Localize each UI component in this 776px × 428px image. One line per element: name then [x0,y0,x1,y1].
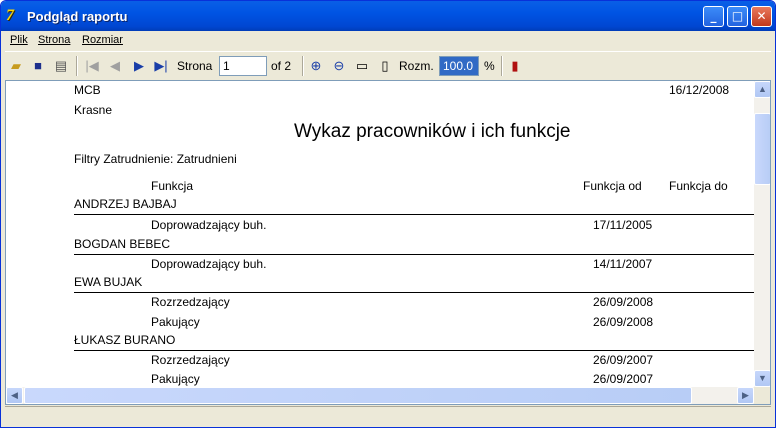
employee-name: ANDRZEJ BAJBAJ [74,197,177,211]
company-city: Krasne [74,103,113,117]
column-header-function: Funkcja [151,179,194,193]
menu-bar: Plik Strona Rozmiar [5,31,771,50]
function-name: Pakujący [151,315,200,329]
page-label: Strona [177,59,213,73]
menu-strona[interactable]: Strona [38,34,70,46]
page-number-input[interactable]: 1 [219,56,267,76]
zoom-label: Rozm. [399,59,434,73]
print-icon[interactable]: ▤ [52,57,70,75]
report-date: 16/12/2008 [669,83,730,97]
company-name: MCB [74,83,101,97]
close-button[interactable]: ✕ [751,6,772,27]
minimize-button[interactable]: _ [703,6,724,27]
page-width-icon[interactable]: ▭ [353,57,371,75]
zoom-out-icon[interactable]: ⊖ [330,57,348,75]
scroll-down-button[interactable]: ▼ [754,370,770,387]
horizontal-scroll-thumb[interactable] [24,387,692,404]
scrollbar-corner [754,387,770,404]
function-name: Doprowadzający buh. [151,257,267,271]
next-page-icon[interactable]: ▶ [130,57,148,75]
function-from-date: 26/09/2008 [593,295,654,309]
row-divider [74,292,754,293]
title-bar[interactable]: 7 Podgląd raportu _ □ ✕ [1,1,775,31]
status-bar [5,406,771,425]
function-from-date: 26/09/2007 [593,353,654,367]
function-name: Rozrzedzający [151,353,230,367]
scroll-up-button[interactable]: ▲ [754,81,770,98]
column-header-from: Funkcja od [583,179,642,193]
menu-rozmiar[interactable]: Rozmiar [82,34,123,46]
maximize-button[interactable]: □ [727,6,748,27]
scroll-left-button[interactable]: ◀ [6,387,23,404]
vertical-scrollbar[interactable]: ▲ ▼ [754,81,770,387]
whole-page-icon[interactable]: ▯ [376,57,394,75]
vertical-scroll-thumb[interactable] [754,113,770,185]
previous-page-icon[interactable]: ◀ [106,57,124,75]
column-header-to: Funkcja do [669,179,728,193]
last-page-icon[interactable]: ▶| [152,57,170,75]
function-from-date: 17/11/2005 [593,218,653,232]
report-filter: Filtry Zatrudnienie: Zatrudnieni [74,152,237,166]
report-preview-area[interactable]: MCB 16/12/2008 Krasne Wykaz pracowników … [5,80,771,405]
exit-door-icon[interactable]: ▮ [506,57,524,75]
horizontal-scrollbar[interactable]: ◀ ▶ [6,387,754,404]
toolbar-separator [501,56,503,76]
function-from-date: 14/11/2007 [593,257,653,271]
function-name: Doprowadzający buh. [151,218,267,232]
employee-name: BOGDAN BEBEC [74,237,171,251]
zoom-unit-label: % [484,59,495,73]
report-preview-window: 7 Podgląd raportu _ □ ✕ Plik Strona Rozm… [0,0,776,428]
first-page-icon[interactable]: |◀ [83,57,101,75]
toolbar-separator [76,56,78,76]
row-divider [74,350,754,351]
toolbar-separator [302,56,304,76]
report-title: Wykaz pracowników i ich funkcje [294,121,571,142]
function-name: Rozrzedzający [151,295,230,309]
report-page: MCB 16/12/2008 Krasne Wykaz pracowników … [6,81,754,387]
employee-name: ŁUKASZ BURANO [74,333,176,347]
page-count-label: of 2 [271,59,292,73]
employee-name: EWA BUJAK [74,275,143,289]
row-divider [74,214,754,215]
function-from-date: 26/09/2007 [593,372,654,386]
function-from-date: 26/09/2008 [593,315,654,329]
scroll-right-button[interactable]: ▶ [737,387,754,404]
save-icon[interactable]: ■ [29,57,47,75]
row-divider [74,254,754,255]
zoom-in-icon[interactable]: ⊕ [307,57,325,75]
window-title: Podgląd raportu [27,9,128,24]
menu-plik[interactable]: Plik [10,34,28,46]
toolbar: ▰ ■ ▤ |◀ ◀ ▶ ▶| Strona 1 of 2 ⊕ ⊖ ▭ ▯ Ro… [5,51,771,79]
open-folder-icon[interactable]: ▰ [7,57,25,75]
function-name: Pakujący [151,372,200,386]
zoom-input[interactable]: 100.0 [439,56,479,76]
app-icon[interactable]: 7 [6,7,24,25]
